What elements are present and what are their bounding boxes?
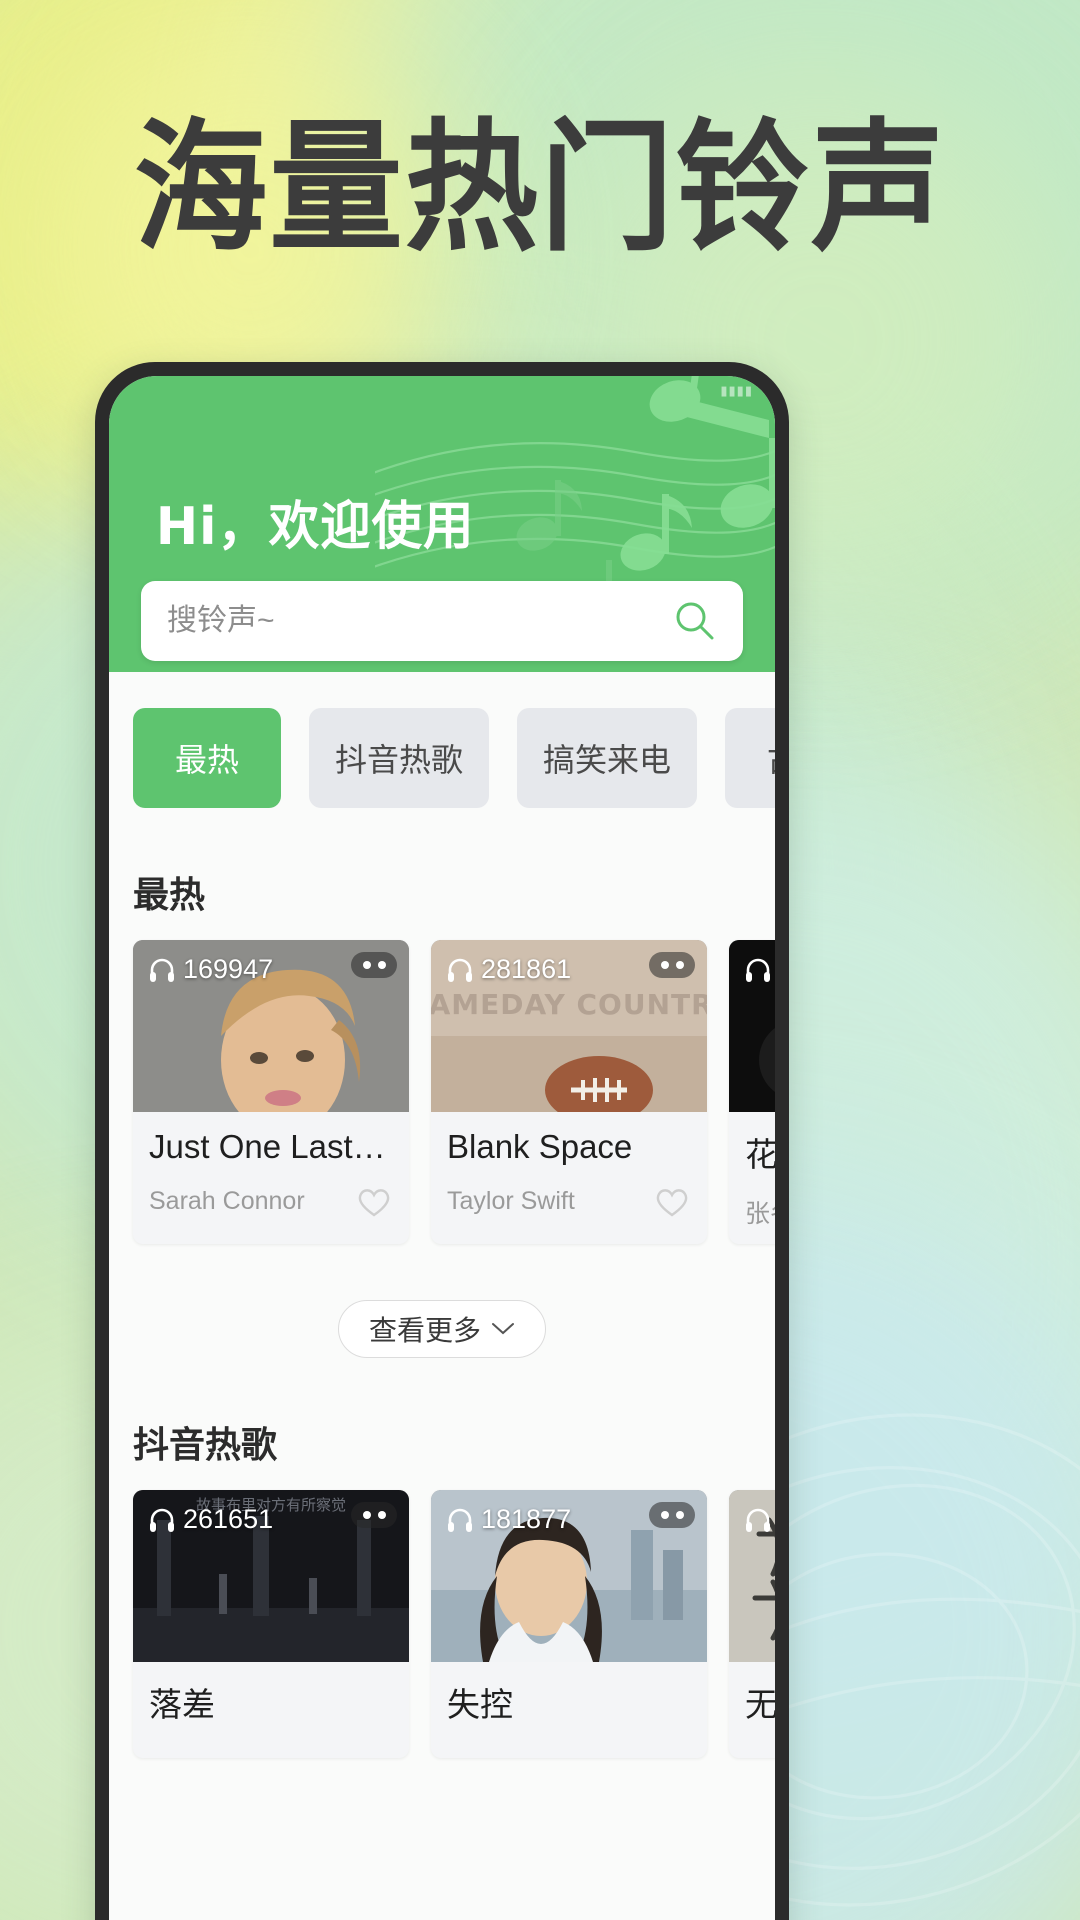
card-title: 花开 [745,1136,775,1173]
card-artist: Sarah Connor [149,1186,305,1215]
card-thumbnail[interactable]: 181877 [431,1490,707,1662]
page-headline: 海量热门铃声 [133,106,947,271]
card-menu-button[interactable] [649,1502,695,1528]
card-body: 失控 [431,1662,707,1758]
ringtone-card[interactable]: GAMEDAY COUNTRY 281861 [431,940,707,1244]
card-thumbnail[interactable]: 27 [729,940,775,1112]
play-count-value: 181877 [481,1504,572,1534]
card-thumbnail[interactable]: 169947 [133,940,409,1112]
headphone-icon [746,1508,770,1532]
search-bar[interactable] [141,581,743,661]
card-thumbnail[interactable]: 故事布里对方有所察觉 261651 [133,1490,409,1662]
tab-zuire[interactable]: 最热 [133,708,281,808]
card-row-zuire[interactable]: 169947 Just One Last… Sarah Connor AMEDA… [109,940,775,1244]
app-header: ▮▮▮▮ Hi，欢迎使用 搜铃声~ [109,376,775,672]
tab-label[interactable]: 搞笑来电 [517,708,698,808]
ringtone-card[interactable]: 故事布里对方有所察觉 261651 落差 [133,1490,409,1758]
view-more-label: 查看更多 [368,1315,481,1346]
card-menu-button[interactable] [649,952,695,978]
dot [362,961,371,969]
status-bar: ▮▮▮▮ [109,376,775,406]
tab-gaoxiaolaidian[interactable]: 搞笑来电 [517,708,698,808]
search-icon[interactable] [673,599,717,643]
card-body: 无人 [729,1662,775,1758]
tab-pointer [592,806,623,808]
card-body: Just One Last… Sarah Connor [133,1112,409,1232]
play-count: 27 [743,954,775,985]
view-more-button[interactable]: 查看更多 [337,1300,546,1358]
card-row-douyinrege[interactable]: 故事布里对方有所察觉 261651 落差 181877 失控 无 [109,1490,775,1758]
ringtone-card[interactable]: 25 无人 [729,1490,775,1758]
play-count: 169947 [147,954,273,985]
chevron-down-icon [492,1323,514,1335]
card-title: 失控 [447,1686,513,1723]
dot [660,961,669,969]
headphone-icon [746,958,770,982]
play-count-value: 169947 [183,954,274,984]
card-footer: Sarah Connor [149,1184,393,1218]
play-count: 25 [743,1504,775,1535]
favorite-heart-icon[interactable] [355,1184,393,1218]
play-count-value: 261651 [183,1504,274,1534]
tab-douyinrege[interactable]: 抖音热歌 [309,708,490,808]
card-thumbnail[interactable]: GAMEDAY COUNTRY 281861 [431,940,707,1112]
phone-mockup: ▮▮▮▮ Hi，欢迎使用 搜铃声~ 最热 抖音热歌 搞笑来电 最热 169947… [95,362,789,1920]
view-more-container: 查看更多 [109,1244,775,1358]
headphone-icon [448,1508,472,1532]
ringtone-card[interactable]: 27 花开 张冬玲 [729,940,775,1244]
card-title: 落差 [149,1686,215,1723]
card-body: 落差 [133,1662,409,1758]
dot [362,1511,371,1519]
dot [675,1511,684,1519]
category-tabs[interactable]: 最热 抖音热歌 搞笑来电 古风 [109,672,775,808]
dot [377,961,386,969]
card-menu-button[interactable] [351,952,397,978]
svg-text:GAMEDAY COUNTRY: GAMEDAY COUNTRY [431,988,707,1021]
play-count-value: 281861 [481,954,572,984]
section-title-douyinrege: 抖音热歌 [133,1425,278,1466]
tab-pointer [384,806,414,808]
headphone-icon [448,958,472,982]
signal-indicator: ▮▮▮▮ [720,383,753,398]
play-count: 261651 [147,1504,273,1535]
card-footer: Taylor Swift [447,1184,691,1218]
card-artist: Taylor Swift [447,1186,575,1215]
favorite-heart-icon[interactable] [653,1184,691,1218]
card-title: Just One Last… [149,1128,386,1165]
play-count: 281861 [445,954,571,985]
card-title: 无人 [745,1686,775,1723]
ringtone-card[interactable]: 169947 Just One Last… Sarah Connor [133,940,409,1244]
card-thumbnail[interactable]: 25 [729,1490,775,1662]
greeting-text: Hi，欢迎使用 [155,497,475,557]
dot [660,1511,669,1519]
search-input[interactable] [167,604,673,638]
ringtone-card[interactable]: 181877 失控 [431,1490,707,1758]
headphone-icon [150,1508,174,1532]
card-body: Blank Space Taylor Swift [431,1112,707,1232]
card-footer: 张冬玲 [745,1194,775,1230]
play-count: 181877 [445,1504,571,1535]
tab-label[interactable]: 古风 [725,708,775,808]
card-artist: 张冬玲 [745,1200,775,1228]
dot [675,961,684,969]
tab-pointer [192,806,222,808]
tab-label[interactable]: 抖音热歌 [309,708,490,808]
card-body: 花开 张冬玲 [729,1112,775,1244]
tab-gufeng[interactable]: 古风 [725,708,775,808]
dot [377,1511,386,1519]
phone-screen: ▮▮▮▮ Hi，欢迎使用 搜铃声~ 最热 抖音热歌 搞笑来电 最热 169947… [109,376,775,1920]
section-title-zuire: 最热 [133,875,206,916]
card-menu-button[interactable] [351,1502,397,1528]
tab-label[interactable]: 最热 [133,708,281,808]
card-title: Blank Space [447,1128,633,1165]
headphone-icon [150,958,174,982]
